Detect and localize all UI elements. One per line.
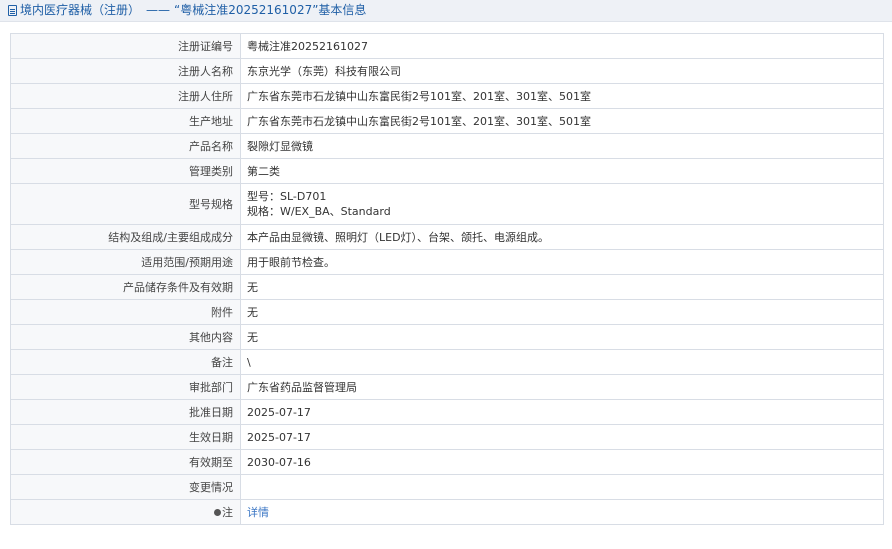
table-row: 注册人名称 东京光学（东莞）科技有限公司 — [10, 58, 884, 84]
row-value: 型号：SL-D701 规格：W/EX_BA、Standard — [240, 183, 884, 225]
table-row: 附件 无 — [10, 299, 884, 325]
table-row: 注册人住所 广东省东莞市石龙镇中山东富民街2号101室、201室、301室、50… — [10, 83, 884, 109]
row-value: 第二类 — [240, 158, 884, 184]
row-value: 东京光学（东莞）科技有限公司 — [240, 58, 884, 84]
table-row: 生效日期 2025-07-17 — [10, 424, 884, 450]
row-value: 2030-07-16 — [240, 449, 884, 475]
table-row: 变更情况 — [10, 474, 884, 500]
table-row: 适用范围/预期用途 用于眼前节检查。 — [10, 249, 884, 275]
row-label: 产品储存条件及有效期 — [10, 274, 241, 300]
table-row: 其他内容 无 — [10, 324, 884, 350]
document-icon — [8, 5, 17, 16]
row-label: 注册证编号 — [10, 33, 241, 59]
table-row: 注 详情 — [10, 499, 884, 525]
row-value: 本产品由显微镜、照明灯（LED灯）、台架、颌托、电源组成。 — [240, 224, 884, 250]
table-row: 型号规格 型号：SL-D701 规格：W/EX_BA、Standard — [10, 183, 884, 225]
row-label: 生效日期 — [10, 424, 241, 450]
row-label: 型号规格 — [10, 183, 241, 225]
row-value: 无 — [240, 274, 884, 300]
table-row: 审批部门 广东省药品监督管理局 — [10, 374, 884, 400]
table-row: 产品储存条件及有效期 无 — [10, 274, 884, 300]
row-label: 变更情况 — [10, 474, 241, 500]
note-label: 注 — [222, 505, 233, 519]
row-value: 无 — [240, 299, 884, 325]
row-value: 2025-07-17 — [240, 399, 884, 425]
spec-line: 规格：W/EX_BA、Standard — [247, 205, 391, 218]
row-label: 注册人住所 — [10, 83, 241, 109]
table-row: 注册证编号 粤械注准20252161027 — [10, 33, 884, 59]
row-label: 附件 — [10, 299, 241, 325]
row-value: 裂隙灯显微镜 — [240, 133, 884, 159]
row-label: 注册人名称 — [10, 58, 241, 84]
row-value: 无 — [240, 324, 884, 350]
row-label: 适用范围/预期用途 — [10, 249, 241, 275]
row-label: 其他内容 — [10, 324, 241, 350]
header-separator: —— — [146, 3, 171, 17]
row-label: 批准日期 — [10, 399, 241, 425]
row-label: 备注 — [10, 349, 241, 375]
table-row: 产品名称 裂隙灯显微镜 — [10, 133, 884, 159]
row-label: 注 — [10, 499, 241, 525]
row-value: 广东省药品监督管理局 — [240, 374, 884, 400]
row-label: 管理类别 — [10, 158, 241, 184]
row-value: 2025-07-17 — [240, 424, 884, 450]
row-value: 详情 — [240, 499, 884, 525]
table-row: 生产地址 广东省东莞市石龙镇中山东富民街2号101室、201室、301室、501… — [10, 108, 884, 134]
table-row: 结构及组成/主要组成成分 本产品由显微镜、照明灯（LED灯）、台架、颌托、电源组… — [10, 224, 884, 250]
table-row: 管理类别 第二类 — [10, 158, 884, 184]
header-category: 境内医疗器械（注册） — [20, 3, 141, 17]
table-row: 备注 \ — [10, 349, 884, 375]
table-row: 批准日期 2025-07-17 — [10, 399, 884, 425]
row-label: 有效期至 — [10, 449, 241, 475]
row-value: \ — [240, 349, 884, 375]
row-label: 产品名称 — [10, 133, 241, 159]
info-table: 注册证编号 粤械注准20252161027 注册人名称 东京光学（东莞）科技有限… — [10, 33, 884, 525]
detail-link[interactable]: 详情 — [247, 506, 269, 519]
row-label: 生产地址 — [10, 108, 241, 134]
row-value: 粤械注准20252161027 — [240, 33, 884, 59]
note-dot-icon — [214, 508, 221, 516]
row-label: 审批部门 — [10, 374, 241, 400]
header-title: “粤械注准20252161027”基本信息 — [174, 3, 367, 17]
table-row: 有效期至 2030-07-16 — [10, 449, 884, 475]
page-header: 境内医疗器械（注册） —— “粤械注准20252161027”基本信息 — [0, 0, 892, 22]
row-value — [240, 474, 884, 500]
row-value: 广东省东莞市石龙镇中山东富民街2号101室、201室、301室、501室 — [240, 83, 884, 109]
model-line: 型号：SL-D701 — [247, 190, 327, 203]
row-label: 结构及组成/主要组成成分 — [10, 224, 241, 250]
row-value: 用于眼前节检查。 — [240, 249, 884, 275]
row-value: 广东省东莞市石龙镇中山东富民街2号101室、201室、301室、501室 — [240, 108, 884, 134]
